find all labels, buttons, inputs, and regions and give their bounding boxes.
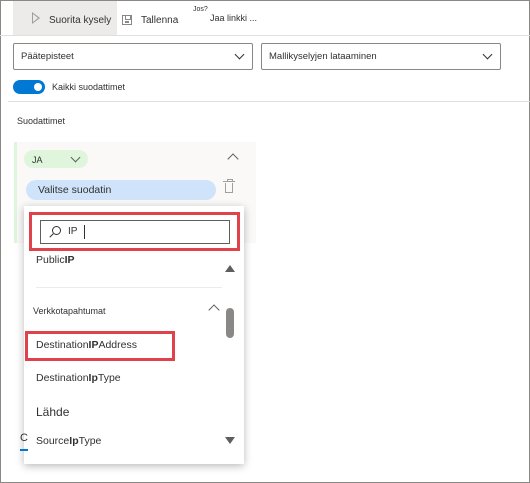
scrollbar-thumb[interactable] [226,308,234,338]
list-item-public-ip[interactable]: PublicIP [36,254,75,263]
search-highlight-box [29,212,240,251]
toggle-knob [34,83,42,91]
select-filter-label: Valitse suodatin [38,184,112,196]
share-prefix: Jos? [193,6,208,13]
chevron-down-icon [482,49,493,60]
play-icon [32,12,40,24]
filters-title: Suodattimet [17,116,66,126]
operator-value: JA [32,155,43,165]
save-button[interactable]: Tallenna [122,10,178,30]
item-highlight-box [25,331,175,361]
delete-icon[interactable] [223,179,235,193]
all-filters-label: Kaikki suodattimet [52,82,126,92]
save-label: Tallenna [141,14,179,26]
item-match: Ip [69,435,79,447]
sample-queries-dropdown[interactable]: Mallikyselyjen lataaminen [261,43,501,70]
item-prefix: Public [36,254,65,263]
share-label: Jaa linkki ... [210,13,258,23]
operator-dropdown[interactable]: JA [24,150,88,168]
scroll-down-icon[interactable] [225,437,235,444]
all-filters-toggle[interactable] [13,80,45,94]
chevron-down-icon [234,49,245,60]
run-query-label: Suorita kysely [49,15,112,26]
endpoints-value: Päätepisteet [21,51,74,62]
section-divider [8,101,530,102]
run-query-button[interactable]: Suorita kysely [13,1,117,35]
endpoints-dropdown[interactable]: Päätepisteet [13,43,253,70]
group-source: Lähde [36,405,70,419]
item-prefix: Destination [36,372,89,384]
item-suffix: Type [97,372,121,384]
scroll-up-icon[interactable] [225,265,235,272]
select-filter-dropdown[interactable]: Valitse suodatin [26,180,216,200]
toolbar-divider [0,35,530,36]
chevron-down-icon [70,152,81,163]
save-icon [122,15,132,25]
list-item-destination-ip-type[interactable]: DestinationIpType [36,372,121,384]
item-match: IP [64,254,75,263]
item-match: Ip [88,372,98,384]
item-prefix: Source [36,435,70,447]
item-suffix: Type [78,435,102,447]
background-tab-underline [20,449,28,451]
sample-queries-value: Mallikyselyjen lataaminen [269,51,377,62]
list-separator [36,287,222,288]
group-network-events: Verkkotapahtumat [33,306,106,316]
list-item-source-ip-type[interactable]: SourceIpType [36,435,101,447]
background-tab-label: C [20,432,28,444]
